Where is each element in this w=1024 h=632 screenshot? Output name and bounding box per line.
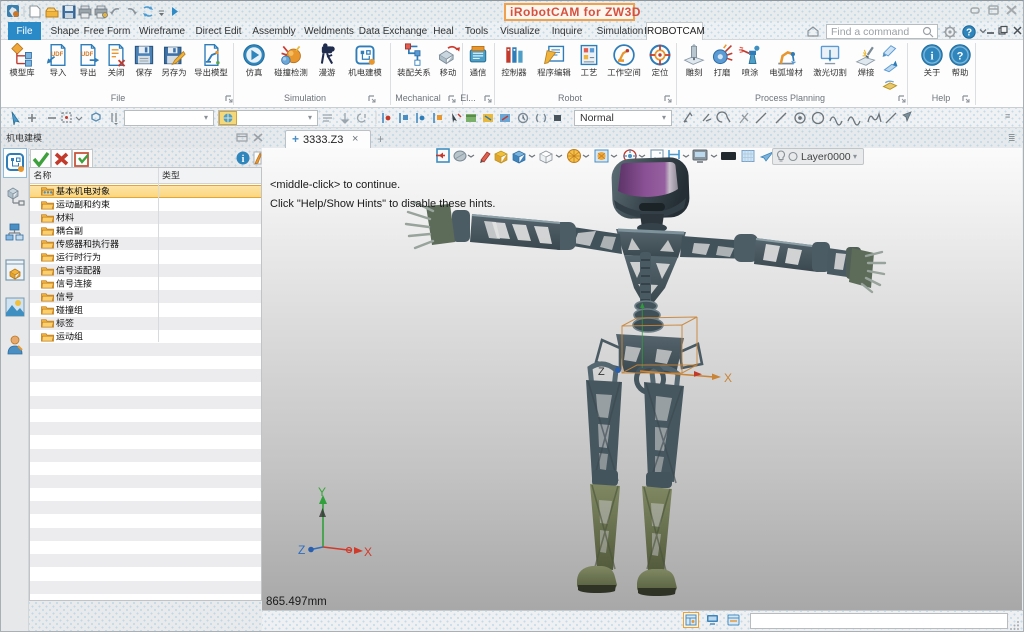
- svg-text:Z: Z: [298, 543, 305, 557]
- svg-text:Z: Z: [598, 366, 605, 378]
- svg-text:i: i: [930, 50, 933, 62]
- svg-text:UDF: UDF: [81, 52, 94, 58]
- svg-text:i: i: [242, 154, 245, 165]
- svg-text:?: ?: [966, 28, 972, 39]
- svg-text:X: X: [724, 371, 732, 385]
- svg-text:?: ?: [957, 50, 964, 62]
- svg-text:Y: Y: [318, 485, 326, 499]
- svg-text:X: X: [364, 545, 372, 559]
